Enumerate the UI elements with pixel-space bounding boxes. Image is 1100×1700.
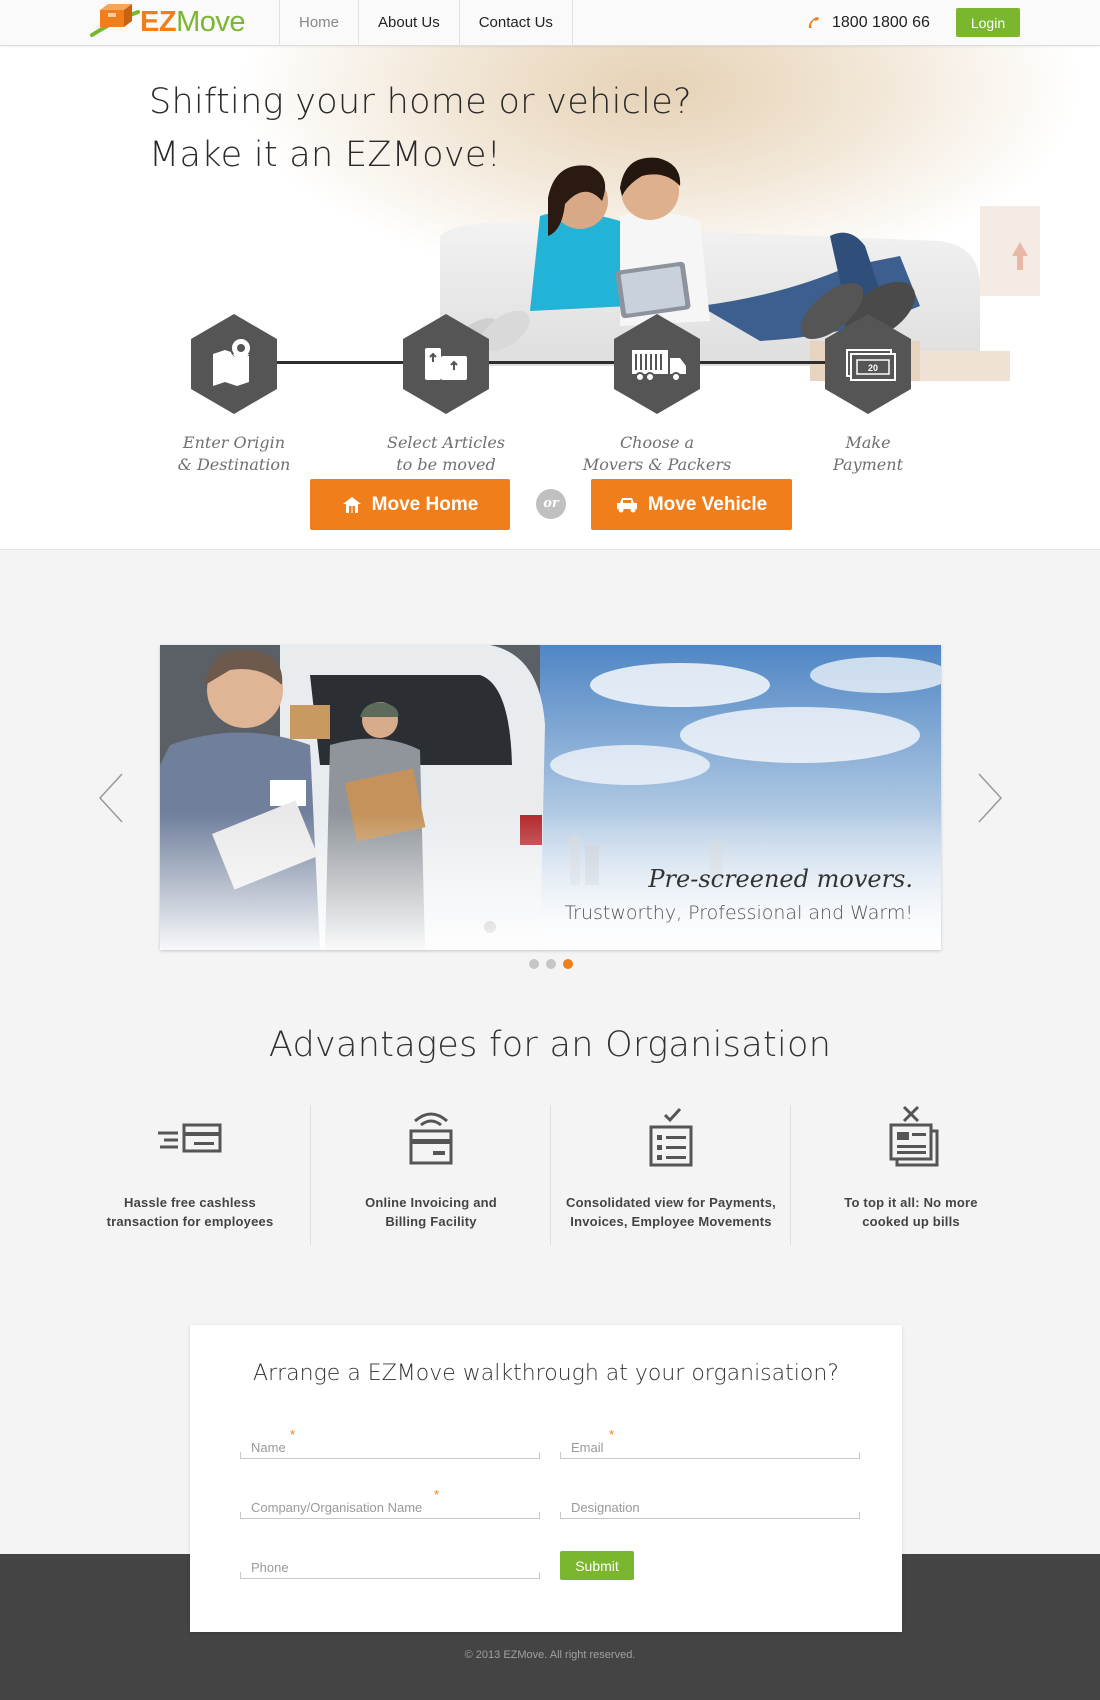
truck-icon <box>614 314 700 414</box>
logo-text: EZMove <box>140 5 245 38</box>
advantage-item: To top it all: No more cooked up bills <box>790 1105 1030 1245</box>
phone-number[interactable]: 1800 1800 66 <box>806 12 930 34</box>
steps-connector-line <box>233 361 869 364</box>
advantage-text: Hassle free cashless transaction for empl… <box>106 1195 274 1229</box>
car-icon <box>616 497 637 512</box>
slider-dot-1[interactable] <box>529 959 539 969</box>
nav-contact-us[interactable]: Contact Us <box>460 0 573 46</box>
boxes-icon <box>403 314 489 414</box>
slider-pagination <box>529 959 573 969</box>
phone-number-text: 1800 1800 66 <box>832 14 930 31</box>
slide-caption-title: Pre-screened movers. <box>648 865 913 893</box>
required-mark: * <box>434 1487 440 1502</box>
walkthrough-form: Arrange a EZMove walkthrough at your org… <box>190 1325 902 1632</box>
advantage-text: Consolidated view for Payments, Invoices,… <box>566 1195 776 1229</box>
advantage-text: To top it all: No more cooked up bills <box>844 1195 978 1229</box>
step-label: Make Payment <box>833 433 903 474</box>
step-label: Select Articles to be moved <box>387 433 505 474</box>
or-separator: or <box>536 489 566 519</box>
move-vehicle-button[interactable]: Move Vehicle <box>591 479 792 530</box>
copyright-text: © 2013 EZMove. All right reserved. <box>464 1649 636 1661</box>
company-field-wrapper: * <box>240 1487 540 1519</box>
advantages-title: Advantages for an Organisation <box>268 1025 832 1065</box>
online-invoice-icon <box>409 1112 453 1165</box>
name-field-wrapper: * <box>240 1427 540 1459</box>
map-pin-icon <box>191 314 277 414</box>
slider-dot-2[interactable] <box>546 959 556 969</box>
hero-section: Shifting your home or vehicle? Make it a… <box>0 46 1100 550</box>
top-header: EZMove Home About Us Contact Us 1800 180… <box>0 0 1100 46</box>
slide-caption-subtitle: Trustworthy, Professional and Warm! <box>564 902 913 924</box>
designation-input[interactable] <box>560 1489 860 1517</box>
required-mark: * <box>290 1427 296 1442</box>
ezmove-logo[interactable]: EZMove <box>88 2 245 42</box>
main-nav: Home About Us Contact Us <box>279 0 573 46</box>
payment-icon: 20 <box>825 314 911 414</box>
name-input[interactable] <box>240 1429 540 1457</box>
email-field-wrapper: * <box>560 1427 860 1459</box>
house-icon <box>342 496 361 513</box>
slider-next-arrow-icon[interactable] <box>975 772 1005 824</box>
no-bills-icon <box>889 1105 939 1167</box>
move-vehicle-label: Move Vehicle <box>647 493 768 515</box>
slider-prev-arrow-icon[interactable] <box>96 772 126 824</box>
required-mark: * <box>609 1427 615 1442</box>
company-input[interactable] <box>240 1489 540 1517</box>
move-home-label: Move Home <box>371 493 479 515</box>
advantage-item: Online Invoicing and Billing Facility <box>310 1105 550 1245</box>
image-slider: Pre-screened movers. Trustworthy, Profes… <box>160 645 941 950</box>
advantage-text: Online Invoicing and Billing Facility <box>365 1195 497 1229</box>
designation-field-wrapper <box>560 1489 860 1519</box>
form-title: Arrange a EZMove walkthrough at your org… <box>253 1361 839 1386</box>
nav-about-us[interactable]: About Us <box>359 0 460 46</box>
cashless-card-icon <box>158 1123 222 1153</box>
nav-home[interactable]: Home <box>280 0 360 46</box>
phone-icon <box>808 17 819 28</box>
submit-button[interactable]: Submit <box>560 1551 634 1580</box>
phone-field-wrapper <box>240 1549 540 1579</box>
svg-text:20: 20 <box>868 363 878 373</box>
move-home-button[interactable]: Move Home <box>310 479 510 530</box>
login-button[interactable]: Login <box>956 8 1020 37</box>
step-label: Choose a Movers & Packers <box>582 433 732 474</box>
advantage-item: Hassle free cashless transaction for empl… <box>70 1105 310 1245</box>
email-input[interactable] <box>560 1429 860 1457</box>
phone-input[interactable] <box>240 1549 540 1577</box>
logo-box-icon <box>90 4 140 37</box>
checklist-icon <box>649 1107 693 1167</box>
slider-dot-3[interactable] <box>563 959 573 969</box>
advantage-item: Consolidated view for Payments, Invoices,… <box>550 1105 790 1245</box>
step-label: Enter Origin & Destination <box>177 433 291 474</box>
